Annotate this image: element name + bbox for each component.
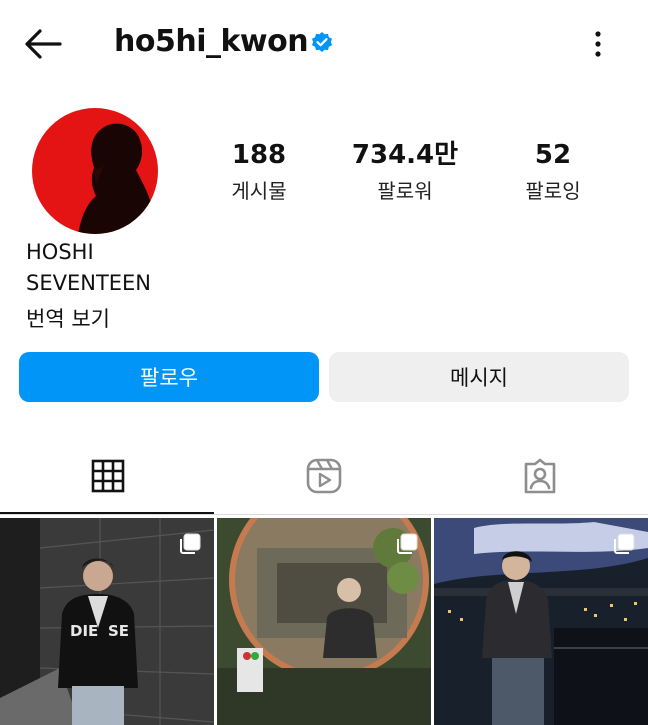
- tagged-person-icon: [522, 458, 558, 498]
- svg-text:SE: SE: [108, 622, 129, 640]
- following-count-label: 팔로잉: [525, 179, 581, 203]
- multiple-photos-icon: [612, 532, 636, 556]
- following-count-value: 52: [534, 140, 572, 170]
- post-thumbnail-1[interactable]: DIE SE: [0, 518, 214, 725]
- posts-count-label: 게시물: [231, 179, 287, 203]
- verified-badge-icon: [310, 31, 334, 55]
- reels-icon: [306, 458, 342, 498]
- followers-count[interactable]: 734.4만 팔로워: [345, 138, 465, 206]
- tab-divider: [0, 514, 648, 515]
- grid-icon: [91, 459, 125, 497]
- svg-text:DIE: DIE: [70, 622, 98, 640]
- followers-count-label: 팔로워: [377, 179, 433, 203]
- more-options-icon[interactable]: [584, 26, 612, 62]
- back-arrow-icon[interactable]: [22, 26, 66, 62]
- message-button[interactable]: 메시지: [329, 352, 629, 402]
- follow-button[interactable]: 팔로우: [19, 352, 319, 402]
- profile-avatar[interactable]: [32, 108, 158, 234]
- profile-display-name: HOSHI: [26, 240, 94, 264]
- posts-count-value: 188: [231, 140, 287, 170]
- followers-count-value: 734.4만: [351, 140, 459, 170]
- profile-bio-line: SEVENTEEN: [26, 271, 152, 295]
- following-count[interactable]: 52 팔로잉: [493, 138, 613, 206]
- see-translation-link[interactable]: 번역 보기: [26, 303, 110, 333]
- post-grid: DIE SE: [0, 518, 648, 725]
- posts-count[interactable]: 188 게시물: [199, 138, 319, 206]
- profile-tabs: [0, 440, 648, 516]
- tab-reels[interactable]: [216, 440, 432, 516]
- multiple-photos-icon: [178, 532, 202, 556]
- post-thumbnail-2[interactable]: [217, 518, 431, 725]
- multiple-photos-icon: [395, 532, 419, 556]
- profile-username: ho5hi_kwon: [114, 24, 309, 59]
- post-thumbnail-3[interactable]: [434, 518, 648, 725]
- tab-tagged[interactable]: [432, 440, 648, 516]
- profile-header: ho5hi_kwon: [0, 0, 648, 90]
- tab-posts[interactable]: [0, 440, 216, 516]
